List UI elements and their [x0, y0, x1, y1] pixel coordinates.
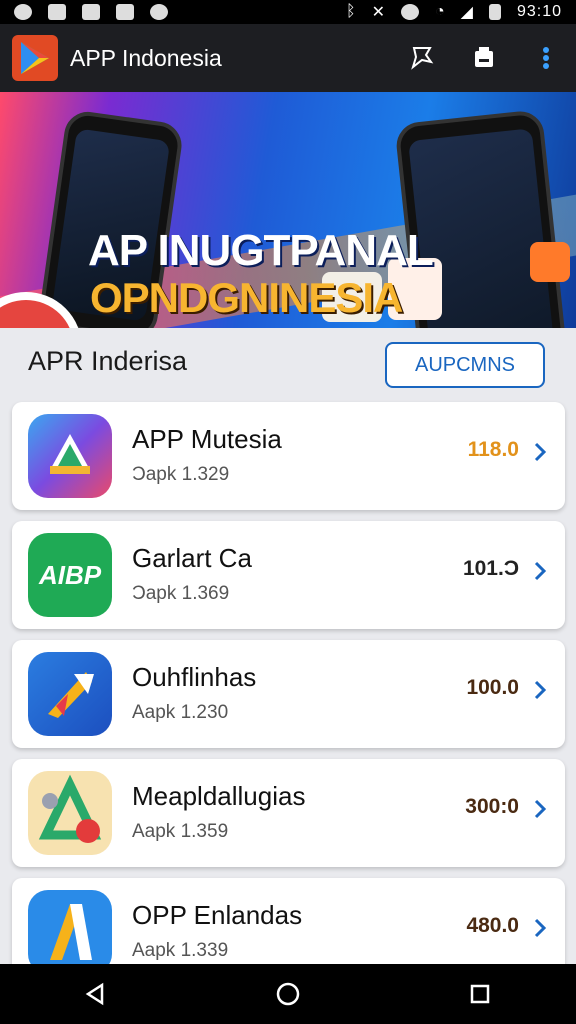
- arrow-app-icon: [28, 652, 112, 736]
- lock-icon: [116, 4, 134, 20]
- alarm-icon: [400, 4, 419, 20]
- app-name: Meapldallugias: [132, 781, 306, 811]
- app-name: APP Mutesia: [132, 424, 282, 454]
- status-bar: ᛒ ✕ ◔ ◢ 93:10: [0, 0, 576, 24]
- app-price: 118.0: [467, 438, 519, 461]
- bluetooth-icon: ᛒ: [345, 3, 356, 20]
- drive-app-icon: [28, 414, 112, 498]
- banner-tile: [530, 242, 570, 282]
- app-list-item[interactable]: AIBP Garlart Ca Ɔapk 1.369 101.Ɔ: [12, 521, 565, 629]
- status-right-icons: ᛒ ✕ ◔ ◢ 93:10: [346, 2, 562, 22]
- aibp-app-icon: AIBP: [28, 533, 112, 617]
- notification-icon: [14, 4, 32, 20]
- app-bar-actions: [408, 44, 560, 72]
- chevron-right-icon: [534, 799, 547, 819]
- app-name: Garlart Ca: [132, 543, 252, 573]
- app-size: Ɔapk 1.369: [132, 583, 230, 604]
- maps-app-icon: [28, 771, 112, 855]
- app-price: 300:0: [465, 795, 519, 818]
- app-icon-text: AIBP: [38, 559, 102, 590]
- section-header: APR Inderisa AUPCMNS: [0, 328, 576, 402]
- banner-headline: AP INUGTPANAL: [88, 226, 434, 275]
- status-time: 93:10: [516, 3, 562, 20]
- app-size: Ɔapk 1.329: [132, 464, 230, 485]
- app-size: Aapk 1.230: [132, 702, 229, 723]
- home-icon[interactable]: [268, 974, 308, 1014]
- banner-subheadline: OPNDGNINESIA: [90, 274, 403, 321]
- app-price: 100.0: [466, 676, 519, 699]
- chevron-right-icon: [534, 442, 547, 462]
- app-list-item[interactable]: APP Mutesia Ɔapk 1.329 118.0: [12, 402, 565, 510]
- more-vert-icon[interactable]: [532, 44, 560, 72]
- app-price: 101.Ɔ: [462, 557, 519, 580]
- mute-icon: ✕: [371, 4, 385, 21]
- app-name: Ouhflinhas: [132, 662, 257, 692]
- ads-app-icon: [28, 890, 112, 974]
- bookmark-star-icon[interactable]: [408, 44, 436, 72]
- signal-icon: ◢: [460, 4, 473, 21]
- section-action-button[interactable]: AUPCMNS: [385, 342, 545, 388]
- app-list-item[interactable]: Meapldallugias Aapk 1.359 300:0: [12, 759, 565, 867]
- app-price: 480.0: [466, 914, 519, 937]
- image-icon: [48, 4, 66, 20]
- app-size: Aapk 1.339: [132, 940, 229, 961]
- app-name: OPP Enlandas: [132, 900, 303, 930]
- app-list-item[interactable]: Ouhflinhas Aapk 1.230 100.0: [12, 640, 565, 748]
- chevron-right-icon: [534, 918, 547, 938]
- chevron-right-icon: [534, 680, 547, 700]
- wifi-icon: ◔: [434, 3, 445, 20]
- status-left-icons: [14, 4, 168, 20]
- chevron-right-icon: [534, 561, 547, 581]
- app-bar: APP Indonesia: [0, 24, 576, 92]
- app-title: APP Indonesia: [70, 44, 222, 71]
- chart-icon: [82, 4, 100, 20]
- app-size: Aapk 1.359: [132, 821, 229, 842]
- section-title: APR Inderisa: [28, 346, 188, 376]
- system-nav-bar: [0, 964, 576, 1024]
- promo-banner[interactable]: AP INUGTPANAL OPNDGNINESIA: [0, 92, 576, 328]
- storefront-icon[interactable]: [470, 44, 498, 72]
- recents-icon[interactable]: [460, 974, 500, 1014]
- play-store-logo-icon: [12, 35, 58, 81]
- chevron-circle-icon: [150, 4, 168, 20]
- battery-icon: [488, 4, 501, 20]
- back-icon[interactable]: [76, 974, 116, 1014]
